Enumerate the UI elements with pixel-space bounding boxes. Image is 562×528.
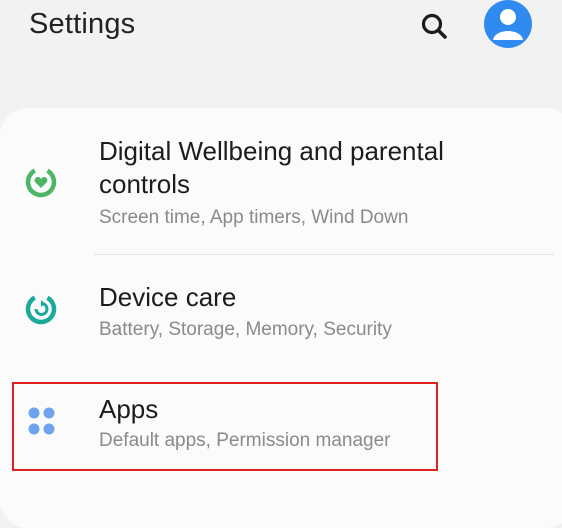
- settings-item-label: Device care: [99, 282, 237, 312]
- settings-item-device-care[interactable]: Device care Battery, Storage, Memory, Se…: [0, 264, 562, 374]
- settings-item-apps[interactable]: Apps Default apps, Permission manager: [0, 376, 562, 476]
- settings-item-label: Apps: [99, 394, 159, 424]
- settings-item-subtitle: Default apps, Permission manager: [99, 430, 391, 451]
- divider: [94, 254, 554, 255]
- device-care-icon: [22, 290, 60, 328]
- search-icon: [421, 13, 447, 39]
- settings-item-subtitle: Screen time, App timers, Wind Down: [99, 207, 409, 228]
- top-app-bar: Settings: [0, 0, 562, 100]
- digital-wellbeing-icon: [22, 163, 60, 201]
- search-button[interactable]: [418, 10, 452, 44]
- settings-item-digital-wellbeing[interactable]: Digital Wellbeing and parental controls …: [0, 130, 562, 250]
- apps-icon: [22, 403, 60, 441]
- settings-item-subtitle: Battery, Storage, Memory, Security: [99, 319, 392, 340]
- settings-item-label: Digital Wellbeing and parental controls: [99, 136, 444, 199]
- account-avatar-button[interactable]: [484, 0, 532, 48]
- page-title: Settings: [29, 8, 136, 40]
- account-icon: [493, 9, 523, 40]
